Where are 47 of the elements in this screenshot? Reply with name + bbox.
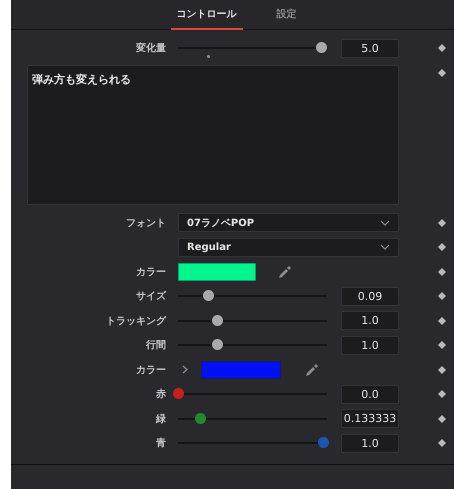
slider-thumb[interactable] <box>316 42 328 54</box>
keyframe-icon[interactable] <box>438 390 446 398</box>
field-label: 変化量 <box>136 41 166 56</box>
field-label: トラッキング <box>106 314 166 328</box>
keyframe-icon[interactable] <box>438 218 446 227</box>
value-field[interactable]: 5.0 <box>341 38 399 58</box>
keyframe-icon[interactable] <box>438 341 446 350</box>
keyframe-icon[interactable] <box>438 439 446 448</box>
dropdown[interactable]: 07ラノベPOP <box>178 213 399 232</box>
tab[interactable]: コントロール <box>170 0 242 30</box>
field-label: フォント <box>126 216 166 230</box>
eyedropper-icon[interactable] <box>305 362 319 377</box>
keyframe-icon[interactable] <box>438 316 446 325</box>
field-label: サイズ <box>136 290 166 304</box>
value-field[interactable]: 1.0 <box>341 434 399 453</box>
value-field[interactable]: 0.09 <box>341 286 399 306</box>
tab[interactable]: 設定 <box>270 0 302 30</box>
keyframe-icon[interactable] <box>438 292 446 300</box>
color-swatch[interactable] <box>201 360 281 379</box>
keyframe-icon[interactable] <box>438 44 446 52</box>
text-field[interactable]: 弾み方も変えられる <box>27 64 399 204</box>
keyframe-icon[interactable] <box>438 68 446 76</box>
value-field[interactable]: 0.133333 <box>341 409 399 428</box>
color-swatch[interactable] <box>178 262 256 281</box>
field-label: 緑 <box>156 412 166 426</box>
field-label: 行間 <box>146 338 166 352</box>
field-label: カラー <box>136 364 166 377</box>
keyframe-icon[interactable] <box>438 268 446 276</box>
keyframe-icon[interactable] <box>438 414 446 423</box>
keyframe-icon[interactable] <box>438 243 446 252</box>
chevron-down-icon <box>380 244 390 250</box>
slider-thumb[interactable] <box>212 314 223 326</box>
value-field[interactable]: 0.0 <box>341 384 399 404</box>
slider-thumb[interactable] <box>202 290 214 302</box>
chevron-down-icon <box>380 220 390 226</box>
field-label: 赤 <box>156 388 166 402</box>
slider-thumb[interactable] <box>212 339 223 350</box>
value-field[interactable]: 1.0 <box>341 336 399 355</box>
value-field[interactable]: 1.0 <box>341 311 399 330</box>
field-label: 青 <box>156 436 166 450</box>
dropdown[interactable]: Regular <box>178 238 399 257</box>
slider-thumb[interactable] <box>173 388 184 400</box>
slider-thumb[interactable] <box>318 437 329 448</box>
slider-thumb[interactable] <box>195 412 206 424</box>
eyedropper-icon[interactable] <box>278 264 292 279</box>
keyframe-icon[interactable] <box>438 366 446 374</box>
field-label: カラー <box>136 266 166 279</box>
